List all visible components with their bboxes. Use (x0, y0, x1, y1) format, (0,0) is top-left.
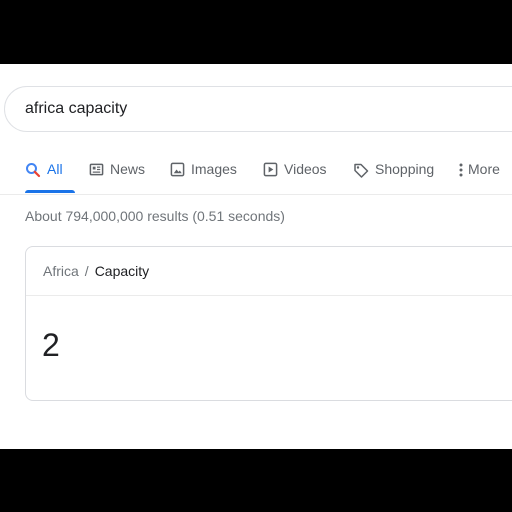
search-box[interactable]: africa capacity (4, 86, 512, 132)
tab-all[interactable]: All (25, 161, 75, 194)
tab-images[interactable]: Images (170, 161, 237, 194)
result-stats: About 794,000,000 results (0.51 seconds) (25, 208, 285, 224)
tab-label: More (468, 161, 500, 177)
breadcrumb-separator: / (84, 263, 89, 279)
image-icon (170, 161, 185, 177)
search-input[interactable]: africa capacity (25, 100, 127, 118)
tag-icon (353, 161, 369, 178)
breadcrumb: Africa / Capacity (43, 263, 149, 279)
answer-value: 2 (42, 327, 60, 363)
play-icon (263, 161, 278, 177)
breadcrumb-parent[interactable]: Africa (43, 263, 79, 279)
tab-label: Videos (284, 161, 327, 177)
tab-label: News (110, 161, 146, 177)
answer-card: Africa / Capacity 2 (25, 246, 512, 401)
tab-more[interactable]: More (458, 161, 500, 194)
tab-label: Shopping (375, 161, 435, 177)
news-icon (89, 161, 104, 177)
tab-shopping[interactable]: Shopping (353, 161, 434, 194)
tab-videos[interactable]: Videos (263, 161, 327, 194)
more-vert-icon (458, 161, 464, 178)
tab-label: Images (191, 161, 237, 177)
search-results-page: africa capacity All News Images Videos S… (0, 64, 512, 449)
breadcrumb-current: Capacity (94, 263, 150, 279)
card-divider (26, 295, 512, 296)
tab-label: All (47, 161, 63, 177)
search-tabs: All News Images Videos Shopping More (0, 148, 512, 195)
search-icon (25, 161, 41, 178)
tab-news[interactable]: News (89, 161, 145, 194)
